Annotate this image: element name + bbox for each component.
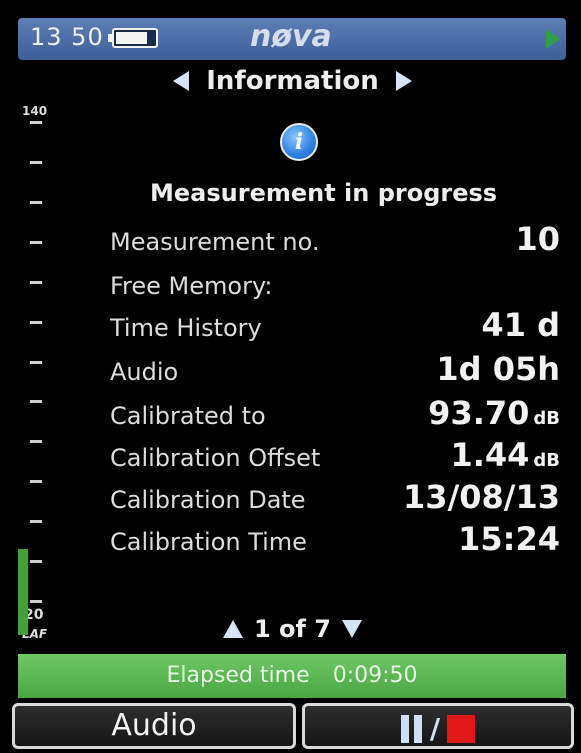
info-row-time-history: Time History 41 d: [110, 306, 560, 346]
info-label: Measurement no.: [110, 228, 320, 256]
meter-tick: [30, 360, 42, 364]
value-unit: dB: [533, 408, 560, 429]
info-value: 41 d: [481, 306, 560, 344]
value-number: 93.70: [428, 394, 530, 432]
triangle-left-icon[interactable]: [173, 71, 190, 91]
meter-tick: [30, 480, 42, 484]
play-icon: [546, 29, 560, 49]
meter-tick: [30, 121, 42, 124]
triangle-up-icon[interactable]: [222, 620, 243, 638]
pause-icon: [400, 714, 423, 743]
info-label: Calibrated to: [110, 402, 266, 430]
info-label: Calibration Date: [110, 486, 306, 514]
brand-logo: nøva: [250, 19, 332, 54]
info-icon: i: [280, 123, 318, 161]
level-meter: 140 20 LAF: [14, 105, 84, 650]
info-row-free-memory: Free Memory:: [110, 264, 560, 304]
value-number: 13/08/13: [403, 478, 560, 516]
meter-top-label: 140: [22, 104, 48, 118]
elapsed-time-value: 0:09:50: [332, 663, 418, 688]
meter-tick: [30, 200, 42, 204]
info-row-calibration-date: Calibration Date 13/08/13: [110, 478, 560, 518]
info-value: 93.70 dB: [428, 394, 560, 432]
meter-tick: [30, 280, 42, 284]
status-heading: Measurement in progress: [150, 179, 498, 207]
meter-tick: [30, 520, 42, 524]
battery-icon: [108, 28, 158, 48]
info-value: 10: [515, 220, 560, 258]
info-row-audio: Audio 1d 05h: [110, 350, 560, 390]
pager: 1 of 7: [8, 615, 577, 649]
page-indicator: 1 of 7: [253, 615, 332, 643]
triangle-down-icon[interactable]: [342, 620, 363, 638]
info-value: 15:24: [458, 520, 560, 558]
info-value: 1d 05h: [436, 350, 560, 388]
info-row-measurement-no: Measurement no. 10: [110, 220, 560, 260]
meter-tick: [30, 440, 42, 444]
info-value: 1.44 dB: [450, 436, 560, 474]
pause-stop-softkey[interactable]: /: [302, 703, 574, 749]
info-label: Calibration Time: [110, 528, 307, 556]
value-unit: dB: [533, 450, 560, 471]
battery-cap: [108, 34, 112, 42]
value-number: 41 d: [481, 306, 560, 344]
info-row-calibrated-to: Calibrated to 93.70 dB: [110, 394, 560, 434]
elapsed-time-label: Elapsed time: [166, 663, 310, 688]
info-label: Free Memory:: [110, 272, 273, 300]
softkey-icons: /: [305, 706, 571, 745]
stop-icon: [447, 714, 476, 743]
audio-softkey[interactable]: Audio: [12, 703, 296, 749]
elapsed-time-bar: Elapsed time 0:09:50: [18, 654, 566, 698]
info-label: Audio: [110, 358, 179, 386]
audio-softkey-label: Audio: [111, 708, 197, 743]
value-number: 10: [515, 220, 560, 258]
page-title: Information: [206, 66, 379, 96]
slash-separator: /: [429, 712, 441, 745]
status-bar: 13 50 nøva: [18, 18, 566, 60]
battery-level: [116, 32, 147, 44]
info-label: Time History: [110, 314, 262, 342]
info-value: 13/08/13: [403, 478, 560, 516]
meter-tick: [30, 560, 42, 564]
page-header: Information: [8, 66, 577, 104]
meter-tick: [30, 600, 42, 603]
value-number: 1d 05h: [436, 350, 560, 388]
clock: 13 50: [30, 23, 104, 51]
info-row-calibration-offset: Calibration Offset 1.44 dB: [110, 436, 560, 476]
meter-tick: [30, 240, 42, 244]
value-number: 15:24: [458, 520, 560, 558]
info-row-calibration-time: Calibration Time 15:24: [110, 520, 560, 560]
triangle-right-icon[interactable]: [395, 71, 412, 91]
info-label: Calibration Offset: [110, 444, 321, 472]
meter-tick: [30, 400, 42, 404]
meter-tick: [30, 320, 42, 324]
value-number: 1.44: [450, 436, 530, 474]
screen: 13 50 nøva Information 140 20 LAF i Meas…: [8, 0, 577, 753]
meter-tick: [30, 160, 42, 164]
